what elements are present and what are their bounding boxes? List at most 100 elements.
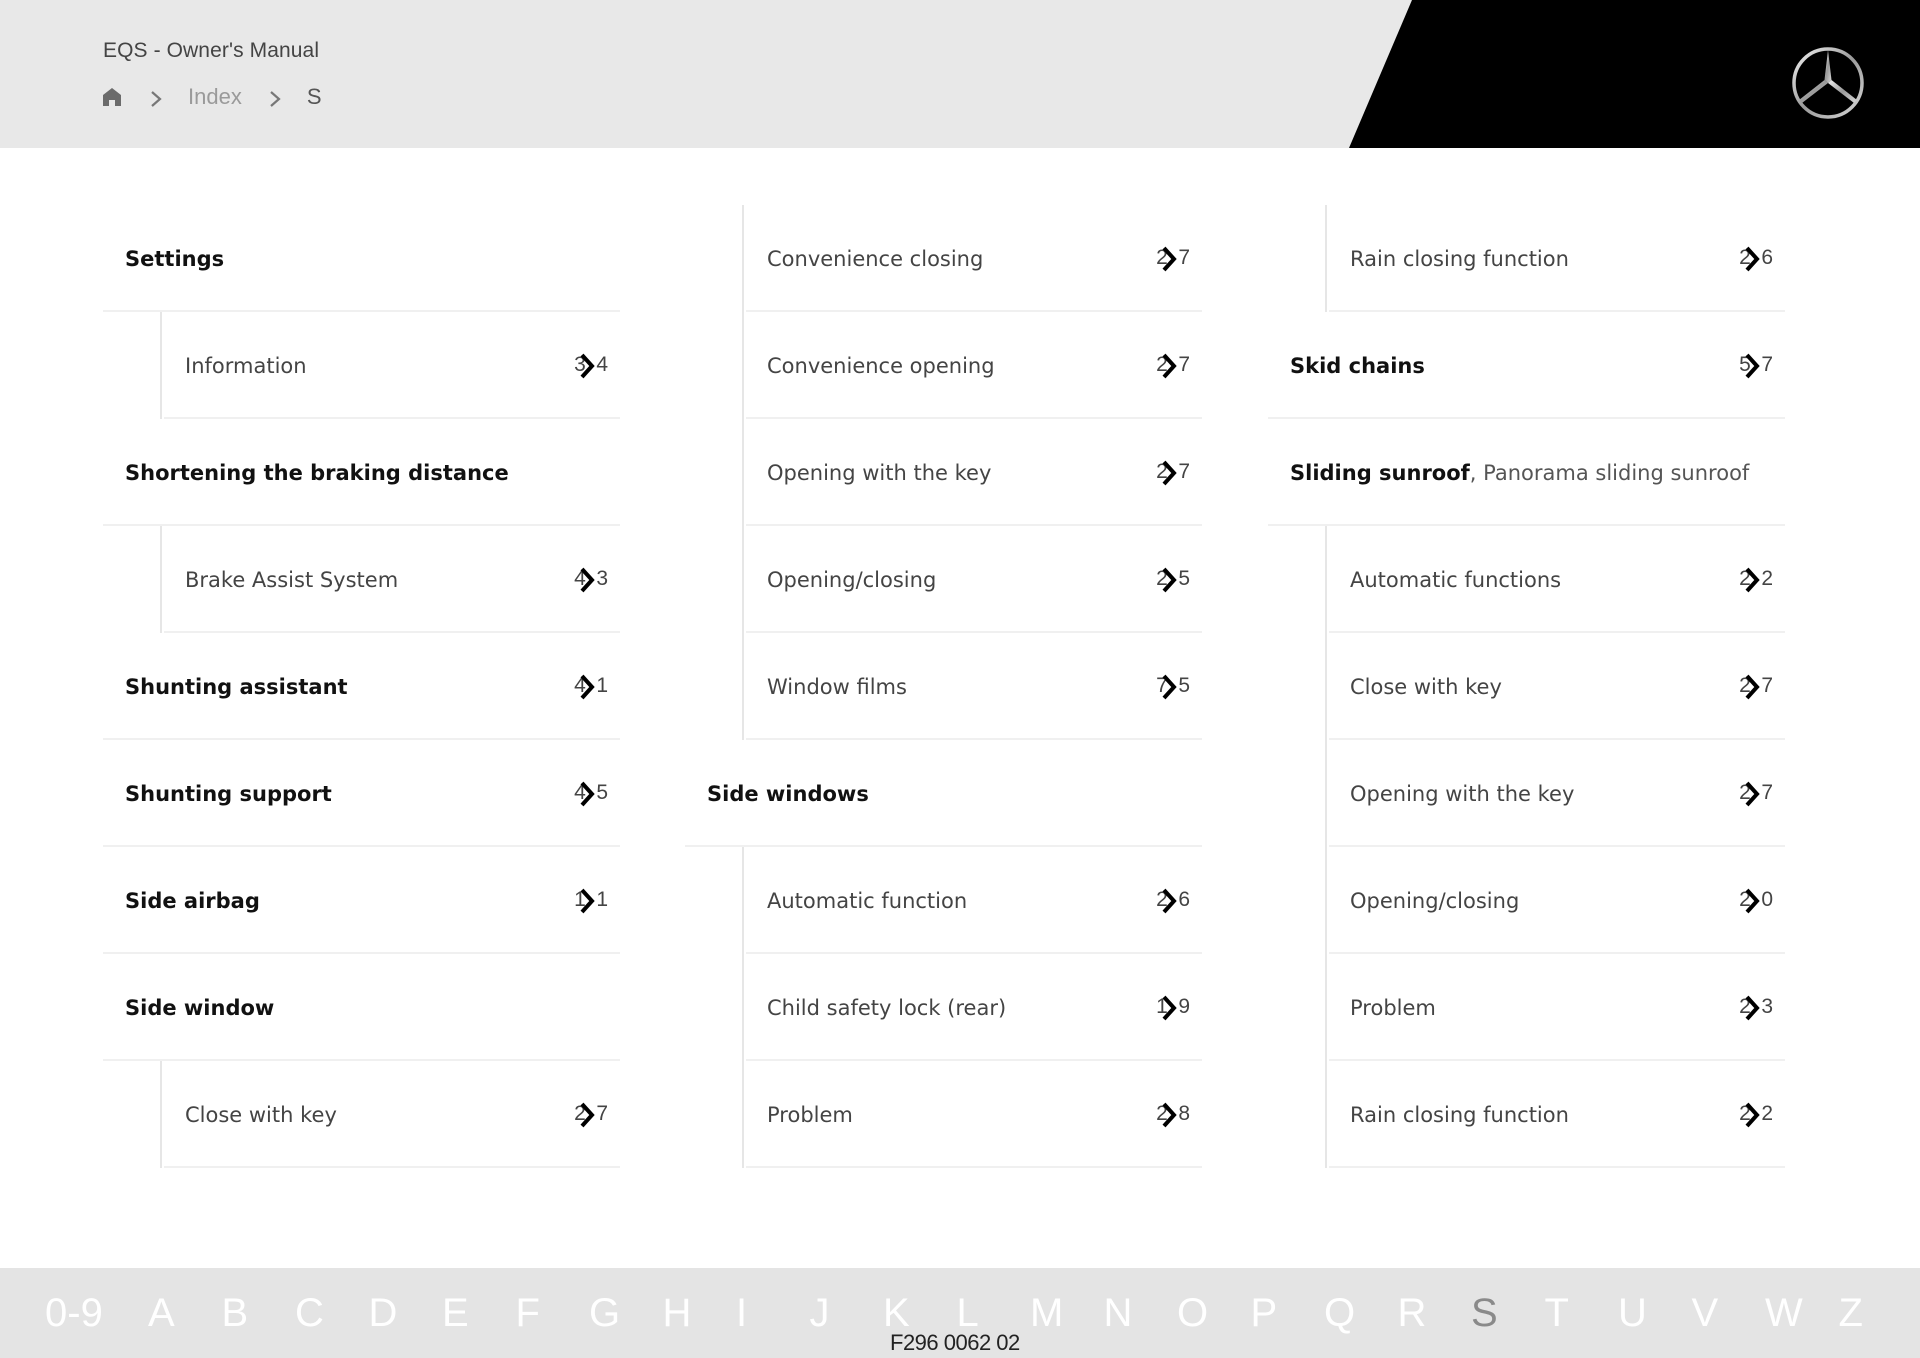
index-subentry[interactable]: Opening with the key 2 7 bbox=[742, 419, 1202, 526]
page-link[interactable]: 2 7 bbox=[1729, 779, 1773, 809]
page-link[interactable]: 2 7 bbox=[1146, 244, 1190, 274]
entry-title: Close with key bbox=[1350, 674, 1502, 699]
entry-title: Shortening the braking distance bbox=[125, 460, 509, 485]
index-subentry[interactable]: Problem 2 8 bbox=[742, 1061, 1202, 1168]
index-subentry[interactable]: Convenience opening 2 7 bbox=[742, 312, 1202, 419]
entry-label: Skid chains bbox=[1290, 354, 1425, 378]
page-link[interactable]: 2 2 bbox=[1729, 1100, 1773, 1130]
alphabet-letter-z[interactable]: Z bbox=[1839, 1290, 1913, 1336]
breadcrumb: Index S bbox=[101, 82, 322, 112]
index-subentry[interactable]: Window films 7 5 bbox=[742, 633, 1202, 740]
chevron-right-icon bbox=[578, 352, 596, 380]
alphabet-letter-j[interactable]: J bbox=[810, 1290, 884, 1336]
alphabet-letter-m[interactable]: M bbox=[1030, 1290, 1104, 1336]
page-link[interactable]: 3 4 bbox=[564, 351, 608, 381]
entry-label: Window films bbox=[767, 675, 907, 699]
entry-label: Sliding sunroof, Panorama sliding sunroo… bbox=[1290, 461, 1749, 485]
chevron-right-icon bbox=[1160, 566, 1178, 594]
alphabet-letter-h[interactable]: H bbox=[663, 1290, 737, 1336]
index-subentry[interactable]: Rain closing function 2 6 bbox=[1325, 205, 1785, 312]
page-link[interactable]: 2 6 bbox=[1146, 886, 1190, 916]
alphabet-letter-v[interactable]: V bbox=[1692, 1290, 1766, 1336]
entry-label: Rain closing function bbox=[1350, 247, 1569, 271]
entry-label: Convenience closing bbox=[767, 247, 983, 271]
alphabet-letter-d[interactable]: D bbox=[369, 1290, 443, 1336]
index-subentry[interactable]: Opening with the key 2 7 bbox=[1325, 740, 1785, 847]
index-entry: Side windows bbox=[685, 740, 1202, 847]
index-entry[interactable]: Skid chains 5 7 bbox=[1268, 312, 1785, 419]
page-link[interactable]: 7 5 bbox=[1146, 672, 1190, 702]
page-link[interactable]: 2 2 bbox=[1729, 565, 1773, 595]
header: EQS - Owner's Manual Index S bbox=[0, 0, 1920, 148]
page-link[interactable]: 4 3 bbox=[564, 565, 608, 595]
chevron-right-icon bbox=[578, 887, 596, 915]
page-link[interactable]: 5 7 bbox=[1729, 351, 1773, 381]
index-column-2: Convenience closing 2 7 Convenience openin… bbox=[685, 205, 1202, 1168]
entry-label: Rain closing function bbox=[1350, 1103, 1569, 1127]
chevron-right-icon bbox=[268, 88, 282, 107]
index-subentry[interactable]: Close with key 2 7 bbox=[160, 1061, 620, 1168]
page-link[interactable]: 2 7 bbox=[1729, 672, 1773, 702]
alphabet-letter-i[interactable]: I bbox=[736, 1290, 810, 1336]
alphabet-nav-bar: 0-9 A B C D E F G H I J K L M N O P Q R S T U V W Z F296 0062 02 bbox=[0, 1268, 1920, 1358]
page-link[interactable]: 2 7 bbox=[1146, 351, 1190, 381]
breadcrumb-index-link[interactable]: Index bbox=[188, 84, 242, 110]
page-link[interactable]: 2 8 bbox=[1146, 1100, 1190, 1130]
alphabet-letter-p[interactable]: P bbox=[1251, 1290, 1325, 1336]
alphabet-letter-c[interactable]: C bbox=[295, 1290, 369, 1336]
page-link[interactable]: 2 7 bbox=[564, 1100, 608, 1130]
page-link[interactable]: 4 5 bbox=[564, 779, 608, 809]
alphabet-letter-g[interactable]: G bbox=[589, 1290, 663, 1336]
alphabet-letter-o[interactable]: O bbox=[1177, 1290, 1251, 1336]
index-subentry[interactable]: Convenience closing 2 7 bbox=[742, 205, 1202, 312]
alphabet-letter-r[interactable]: R bbox=[1398, 1290, 1472, 1336]
alphabet-letter-w[interactable]: W bbox=[1765, 1290, 1839, 1336]
document-code: F296 0062 02 bbox=[890, 1330, 1020, 1355]
page-link[interactable]: 2 0 bbox=[1729, 886, 1773, 916]
alphabet-letter-n[interactable]: N bbox=[1104, 1290, 1178, 1336]
alphabet-letter-f[interactable]: F bbox=[516, 1290, 590, 1336]
index-entry[interactable]: Shunting assistant 4 1 bbox=[103, 633, 620, 740]
alphabet-letter-0-9[interactable]: 0-9 bbox=[45, 1290, 148, 1336]
index-subentry[interactable]: Child safety lock (rear) 1 9 bbox=[742, 954, 1202, 1061]
alphabet-letter-q[interactable]: Q bbox=[1324, 1290, 1398, 1336]
chevron-right-icon bbox=[1743, 994, 1761, 1022]
page-link[interactable]: 1 1 bbox=[564, 886, 608, 916]
alphabet-letter-b[interactable]: B bbox=[222, 1290, 296, 1336]
alphabet-letter-a[interactable]: A bbox=[148, 1290, 222, 1336]
mercedes-star-logo[interactable] bbox=[1790, 45, 1866, 121]
home-icon[interactable] bbox=[101, 86, 123, 108]
index-subentry[interactable]: Opening/closing 2 0 bbox=[1325, 847, 1785, 954]
entry-title: Sliding sunroof bbox=[1290, 460, 1470, 485]
index-entry[interactable]: Side airbag 1 1 bbox=[103, 847, 620, 954]
alphabet-letter-e[interactable]: E bbox=[442, 1290, 516, 1336]
index-entry: Side window bbox=[103, 954, 620, 1061]
index-entry[interactable]: Shunting support 4 5 bbox=[103, 740, 620, 847]
index-subentry[interactable]: Automatic function 2 6 bbox=[742, 847, 1202, 954]
index-subentry[interactable]: Rain closing function 2 2 bbox=[1325, 1061, 1785, 1168]
index-subentry[interactable]: Opening/closing 2 5 bbox=[742, 526, 1202, 633]
chevron-right-icon bbox=[1160, 352, 1178, 380]
entry-title: Shunting assistant bbox=[125, 674, 348, 699]
page-link[interactable]: 2 3 bbox=[1729, 993, 1773, 1023]
entry-title: Side windows bbox=[707, 781, 869, 806]
entry-label: Shunting support bbox=[125, 782, 332, 806]
index-subentry[interactable]: Close with key 2 7 bbox=[1325, 633, 1785, 740]
entry-title: Opening/closing bbox=[1350, 888, 1520, 913]
page-link[interactable]: 4 1 bbox=[564, 672, 608, 702]
alphabet-letter-t[interactable]: T bbox=[1545, 1290, 1619, 1336]
page-link[interactable]: 2 6 bbox=[1729, 244, 1773, 274]
index-subentry[interactable]: Automatic functions 2 2 bbox=[1325, 526, 1785, 633]
index-subentry[interactable]: Information 3 4 bbox=[160, 312, 620, 419]
entry-title: Settings bbox=[125, 246, 225, 271]
page-link[interactable]: 1 9 bbox=[1146, 993, 1190, 1023]
index-subentry[interactable]: Brake Assist System 4 3 bbox=[160, 526, 620, 633]
page-link[interactable]: 2 5 bbox=[1146, 565, 1190, 595]
index-column-1: Settings Information 3 4 Shortening the bra… bbox=[103, 205, 620, 1168]
alphabet-letter-u[interactable]: U bbox=[1618, 1290, 1692, 1336]
page-link[interactable]: 2 7 bbox=[1146, 458, 1190, 488]
alphabet-letter-s[interactable]: S bbox=[1471, 1290, 1545, 1336]
chevron-right-icon bbox=[1160, 459, 1178, 487]
entry-title: Automatic function bbox=[767, 888, 968, 913]
index-subentry[interactable]: Problem 2 3 bbox=[1325, 954, 1785, 1061]
